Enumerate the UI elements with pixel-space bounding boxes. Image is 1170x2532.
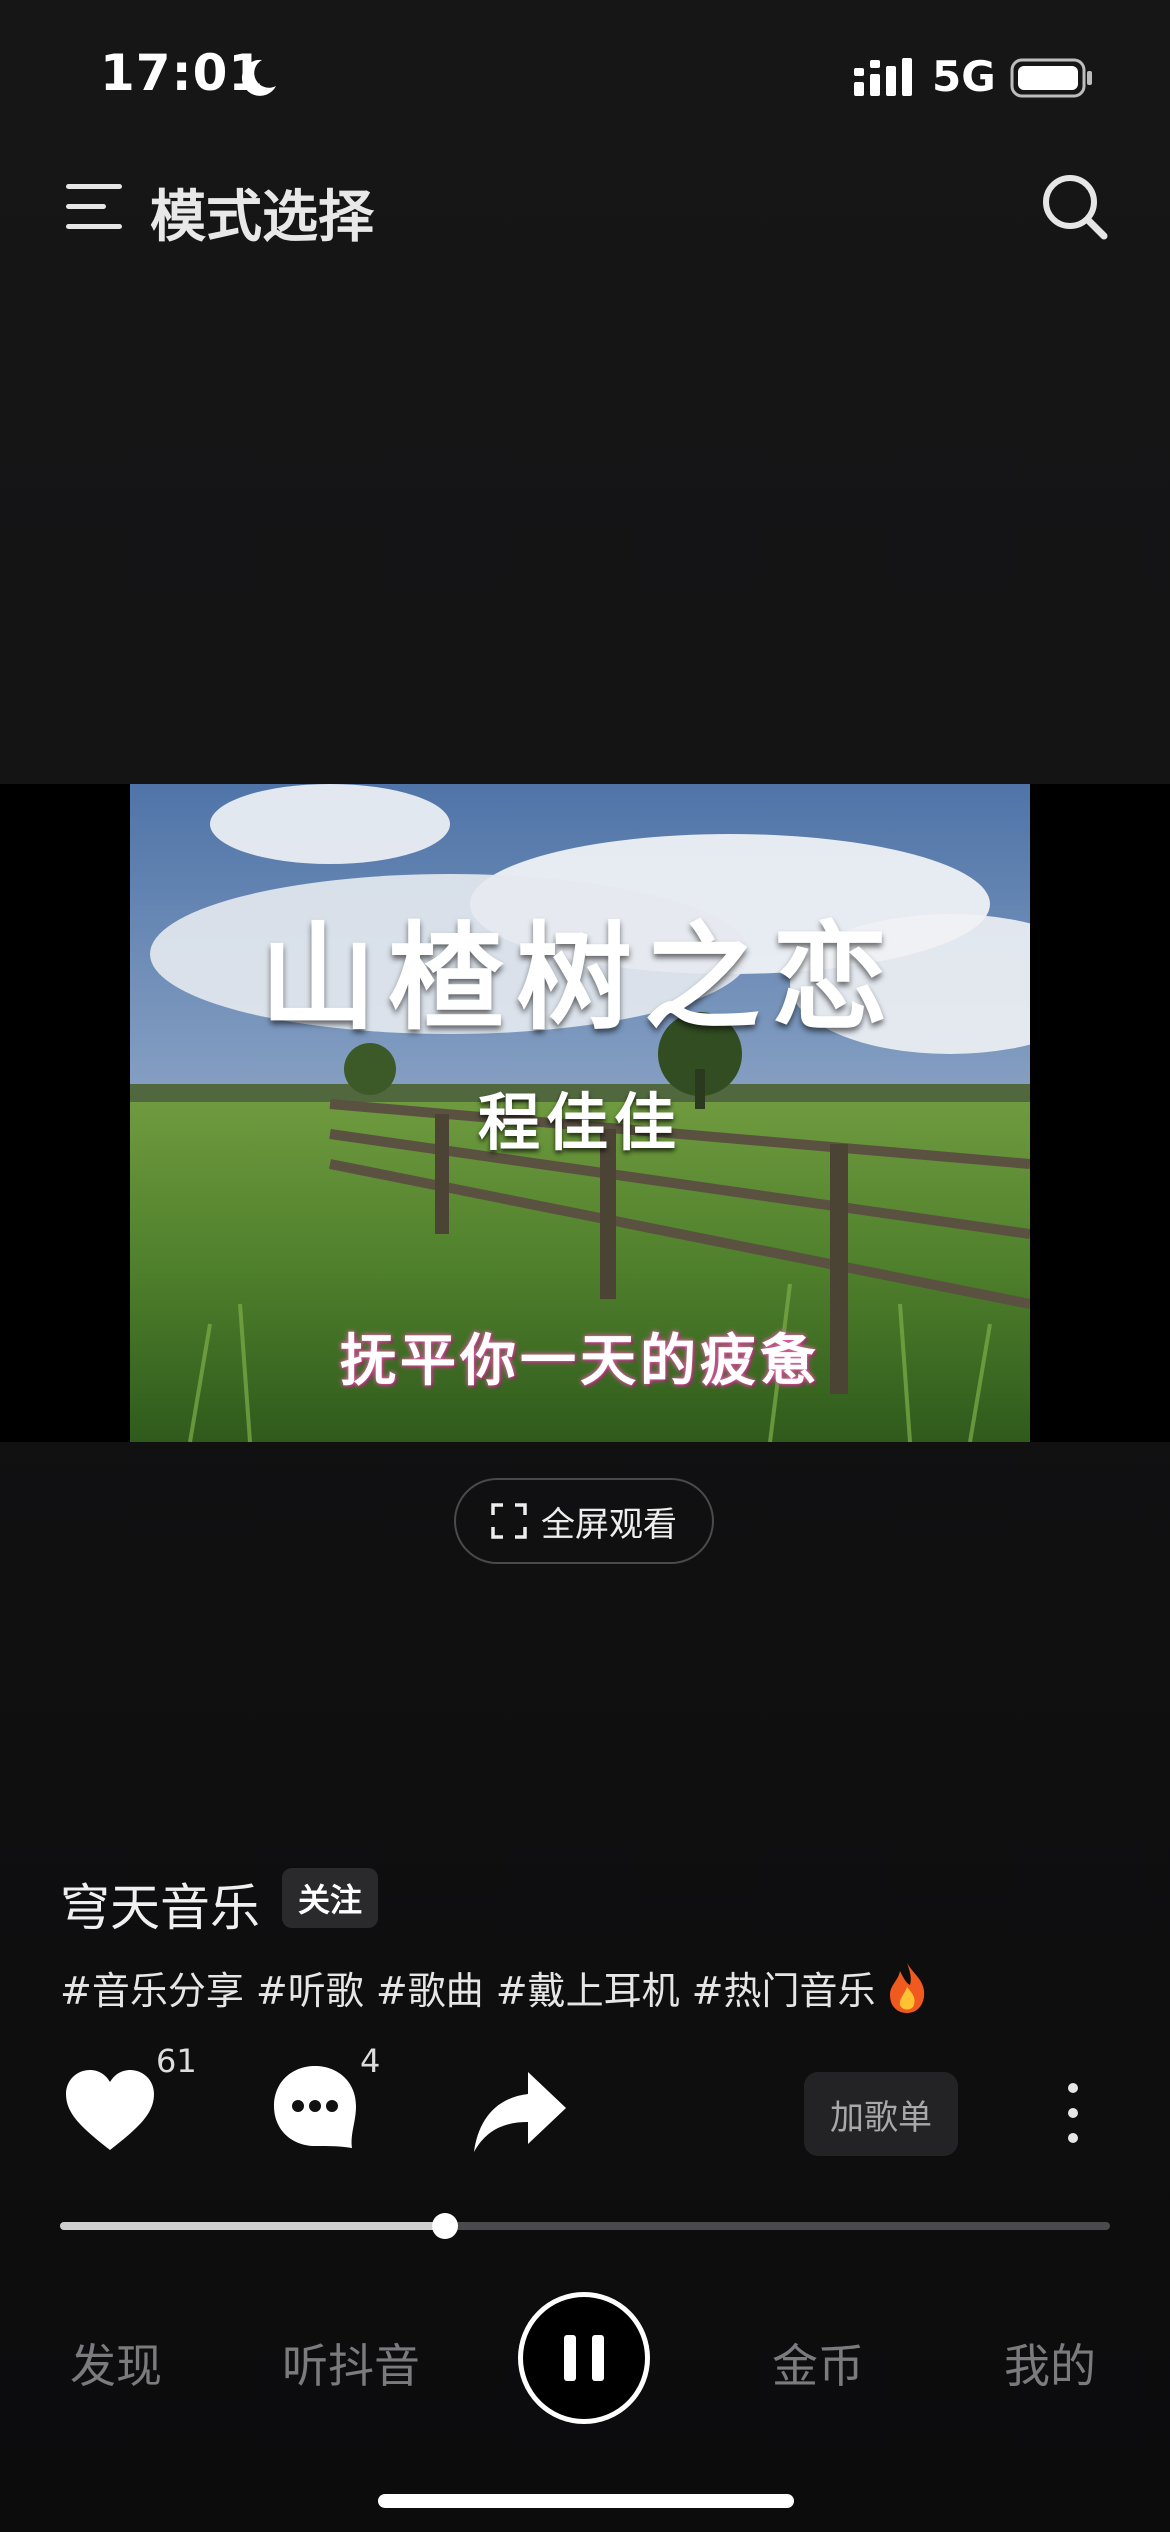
pause-icon-bar-right [592, 2335, 604, 2381]
progress-bar[interactable] [60, 2213, 1110, 2239]
menu-icon[interactable] [64, 180, 124, 234]
author-name[interactable]: 穹天音乐 [60, 1868, 260, 1940]
network-label: 5G [932, 52, 996, 101]
video-player[interactable]: 山楂树之恋 程佳佳 抚平你一天的疲惫 [130, 784, 1030, 1442]
video-artist: 程佳佳 [477, 1086, 682, 1159]
pause-icon-bar-left [564, 2335, 576, 2381]
progress-knob[interactable] [432, 2213, 459, 2239]
add-to-playlist-button[interactable]: 加歌单 [804, 2072, 958, 2156]
video-subtitle: 抚平你一天的疲惫 [340, 1328, 820, 1394]
pause-button[interactable] [518, 2292, 650, 2424]
progress-fill [60, 2222, 446, 2230]
home-indicator[interactable] [378, 2494, 794, 2508]
signal-icon [854, 58, 912, 96]
fullscreen-button[interactable]: 全屏观看 [454, 1478, 714, 1564]
nav-mine[interactable]: 我的 [1004, 2330, 1096, 2396]
share-icon[interactable] [470, 2068, 570, 2154]
follow-button[interactable]: 关注 [282, 1868, 378, 1928]
more-icon[interactable] [1060, 2080, 1086, 2146]
like-icon[interactable] [62, 2068, 158, 2154]
video-title: 山楂树之恋 [260, 910, 900, 1046]
hashtag-text[interactable]: #音乐分享 #听歌 #歌曲 #戴上耳机 #热门音乐 [60, 1960, 876, 2015]
comment-count: 4 [360, 2042, 381, 2080]
fullscreen-icon [491, 1503, 527, 1539]
moon-icon [241, 59, 276, 96]
nav-listen-douyin[interactable]: 听抖音 [282, 2330, 420, 2396]
nav-coins[interactable]: 金币 [772, 2330, 864, 2396]
search-icon[interactable] [1040, 172, 1110, 242]
fire-icon [889, 1962, 924, 2013]
comment-icon[interactable] [270, 2062, 360, 2152]
nav-discover[interactable]: 发现 [70, 2330, 162, 2396]
page-title[interactable]: 模式选择 [150, 172, 374, 253]
like-count: 61 [156, 2042, 197, 2080]
fullscreen-label: 全屏观看 [541, 1504, 677, 1545]
hashtags[interactable]: #音乐分享 #听歌 #歌曲 #戴上耳机 #热门音乐 [60, 1960, 930, 2015]
battery-icon [1010, 58, 1092, 98]
